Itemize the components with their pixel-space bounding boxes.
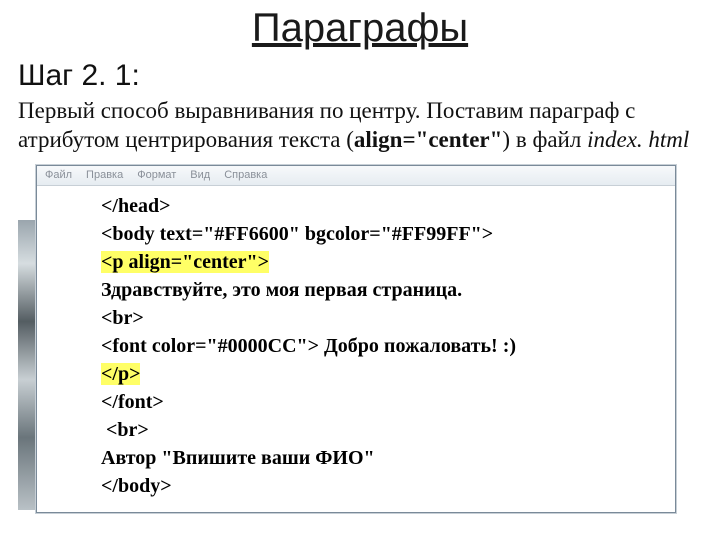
code-line-2: <body text="#FF6600" bgcolor="#FF99FF">: [101, 220, 667, 248]
highlight-open-p: <p align="center">: [101, 251, 269, 273]
code-line-1: </head>: [101, 192, 667, 220]
code-line-9: <br>: [101, 416, 667, 444]
code-line-7: </p>: [101, 360, 667, 388]
code-line-5: <br>: [101, 304, 667, 332]
menu-view[interactable]: Вид: [190, 169, 210, 181]
code-line-11: </body>: [101, 472, 667, 500]
code-line-10: Автор "Впишите ваши ФИО": [101, 444, 667, 472]
editor-content: </head> <body text="#FF6600" bgcolor="#F…: [37, 186, 675, 512]
code-line-4: Здравствуйте, это моя первая страница.: [101, 276, 667, 304]
menu-format[interactable]: Формат: [137, 169, 176, 181]
highlight-close-p: </p>: [101, 363, 140, 385]
desc-ital: index. html: [587, 127, 689, 152]
editor-window: Файл Правка Формат Вид Справка </head> <…: [36, 165, 676, 513]
editor-menubar: Файл Правка Формат Вид Справка: [37, 166, 675, 186]
code-font-open: <font color="#0000CC">: [101, 335, 324, 357]
menu-help[interactable]: Справка: [224, 169, 267, 181]
step-heading: Шаг 2. 1:: [18, 59, 720, 93]
menu-edit[interactable]: Правка: [86, 169, 123, 181]
code-welcome: Добро пожаловать! :): [324, 335, 516, 357]
page-title: Параграфы: [0, 6, 720, 51]
code-line-3: <p align="center">: [101, 248, 667, 276]
decorative-stripe: [18, 220, 36, 510]
desc-part2: ) в файл: [502, 127, 587, 152]
desc-bold: align="center": [354, 127, 503, 152]
code-line-6: <font color="#0000CC"> Добро пожаловать!…: [101, 332, 667, 360]
code-line-8: </font>: [101, 388, 667, 416]
menu-file[interactable]: Файл: [45, 169, 72, 181]
description: Первый способ выравнивания по центру. По…: [18, 97, 702, 155]
